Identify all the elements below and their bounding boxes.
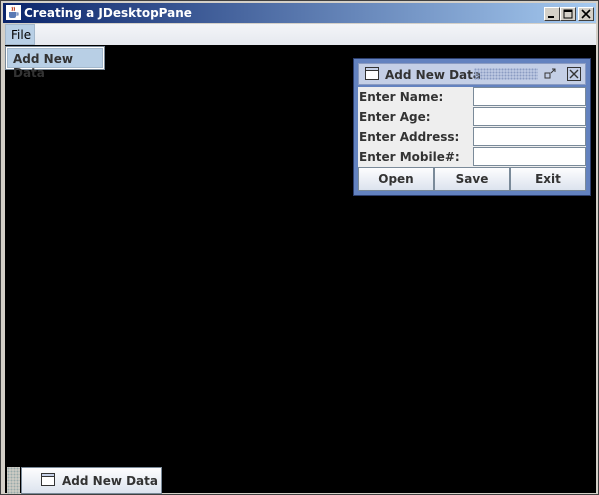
exit-button[interactable]: Exit (510, 167, 586, 191)
maximize-icon (563, 9, 573, 19)
menu-file[interactable]: File (5, 24, 35, 45)
name-label: Enter Name: (359, 90, 444, 104)
open-button[interactable]: Open (358, 167, 434, 191)
minimized-grip (7, 467, 20, 494)
minimize-icon (548, 16, 554, 18)
frame-icon (41, 473, 55, 486)
minimized-frame-icon[interactable]: Add New Data (21, 467, 162, 494)
name-field[interactable] (473, 87, 586, 106)
title-drag-bumps (474, 68, 538, 80)
window-titlebar[interactable]: Creating a JDesktopPane (3, 3, 596, 23)
mobile-field[interactable] (473, 147, 586, 166)
menu-file-label: File (11, 28, 32, 42)
age-field[interactable] (473, 107, 586, 126)
maximize-button[interactable] (560, 7, 576, 21)
file-popup-menu: Add New Data (5, 46, 105, 80)
frame-icon (365, 67, 379, 80)
address-label: Enter Address: (359, 130, 460, 144)
internal-frame-title: Add New Data (385, 68, 481, 82)
internal-frame-content: Enter Name: Enter Age: Enter Address: En… (358, 87, 586, 191)
form-row-name: Enter Name: (358, 87, 586, 107)
button-row: Open Save Exit (358, 167, 586, 191)
menu-item-add-new-data[interactable]: Add New Data (7, 48, 103, 80)
menu-item-label: Add New Data (13, 52, 73, 80)
mobile-label: Enter Mobile#: (359, 150, 460, 164)
close-button[interactable] (578, 7, 594, 21)
age-label: Enter Age: (359, 110, 431, 124)
close-icon (581, 9, 591, 19)
application-window: Creating a JDesktopPane File Add New Dat… (0, 0, 599, 495)
menu-bar: File (5, 24, 596, 45)
java-cup-icon (6, 5, 21, 20)
internal-frame[interactable]: Add New Data Enter Name: Enter Age: Ente… (353, 58, 591, 196)
minimized-frame-label: Add New Data (62, 474, 158, 488)
window-title: Creating a JDesktopPane (24, 6, 192, 20)
iconify-icon[interactable] (543, 67, 557, 81)
form-row-address: Enter Address: (358, 127, 586, 147)
form-row-age: Enter Age: (358, 107, 586, 127)
minimize-button[interactable] (544, 7, 560, 21)
address-field[interactable] (473, 127, 586, 146)
internal-frame-titlebar[interactable]: Add New Data (358, 63, 586, 85)
form-row-mobile: Enter Mobile#: (358, 147, 586, 167)
frame-close-icon[interactable] (567, 67, 581, 81)
save-button[interactable]: Save (434, 167, 510, 191)
